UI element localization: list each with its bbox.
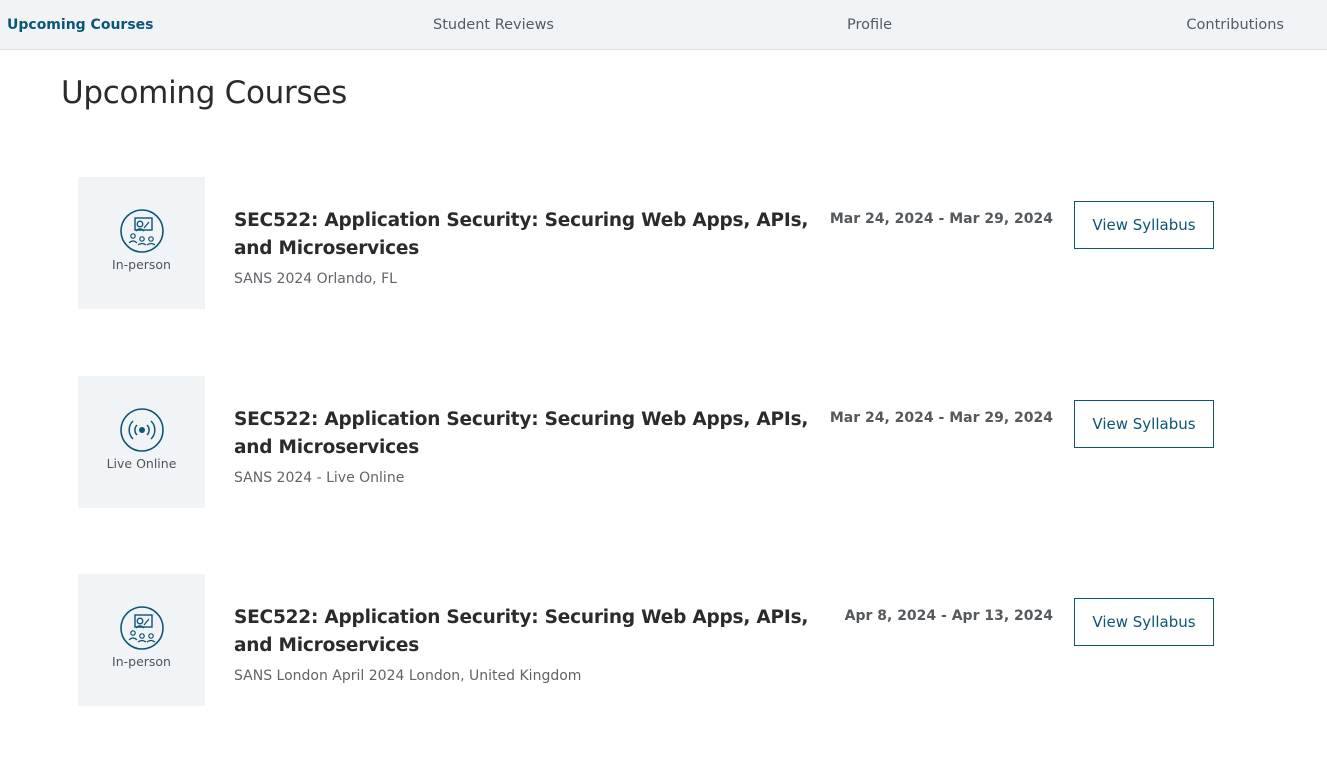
- course-dates: Mar 24, 2024 - Mar 29, 2024: [829, 410, 1053, 426]
- tab-profile[interactable]: Profile: [847, 0, 892, 50]
- course-title[interactable]: SEC522: Application Security: Securing W…: [234, 604, 824, 660]
- course-format-label: In-person: [112, 257, 171, 272]
- tab-student-reviews[interactable]: Student Reviews: [433, 0, 554, 50]
- course-location: SANS 2024 - Live Online: [234, 470, 405, 486]
- live-online-icon: [120, 408, 164, 452]
- course-format-thumb: Live Online: [78, 376, 205, 508]
- course-format-thumb: In-person: [78, 574, 205, 706]
- course-format-thumb: In-person: [78, 177, 205, 309]
- course-location: SANS 2024 Orlando, FL: [234, 271, 397, 287]
- course-card: In-person SEC522: Application Security: …: [78, 574, 1218, 706]
- course-location: SANS London April 2024 London, United Ki…: [234, 668, 582, 684]
- top-nav: Upcoming Courses Student Reviews Profile…: [0, 0, 1327, 50]
- in-person-icon: [120, 209, 164, 253]
- course-card: In-person SEC522: Application Security: …: [78, 177, 1218, 309]
- course-title[interactable]: SEC522: Application Security: Securing W…: [234, 406, 824, 462]
- view-syllabus-button[interactable]: View Syllabus: [1074, 598, 1214, 646]
- course-format-label: Live Online: [106, 456, 177, 471]
- course-card: Live Online SEC522: Application Security…: [78, 376, 1218, 508]
- course-title[interactable]: SEC522: Application Security: Securing W…: [234, 207, 824, 263]
- view-syllabus-button[interactable]: View Syllabus: [1074, 400, 1214, 448]
- tab-upcoming-courses[interactable]: Upcoming Courses: [7, 0, 153, 50]
- view-syllabus-button[interactable]: View Syllabus: [1074, 201, 1214, 249]
- course-dates: Mar 24, 2024 - Mar 29, 2024: [829, 211, 1053, 227]
- page-title: Upcoming Courses: [61, 75, 347, 111]
- course-dates: Apr 8, 2024 - Apr 13, 2024: [844, 608, 1053, 624]
- in-person-icon: [120, 606, 164, 650]
- tab-contributions[interactable]: Contributions: [1186, 0, 1284, 50]
- course-format-label: In-person: [112, 654, 171, 669]
